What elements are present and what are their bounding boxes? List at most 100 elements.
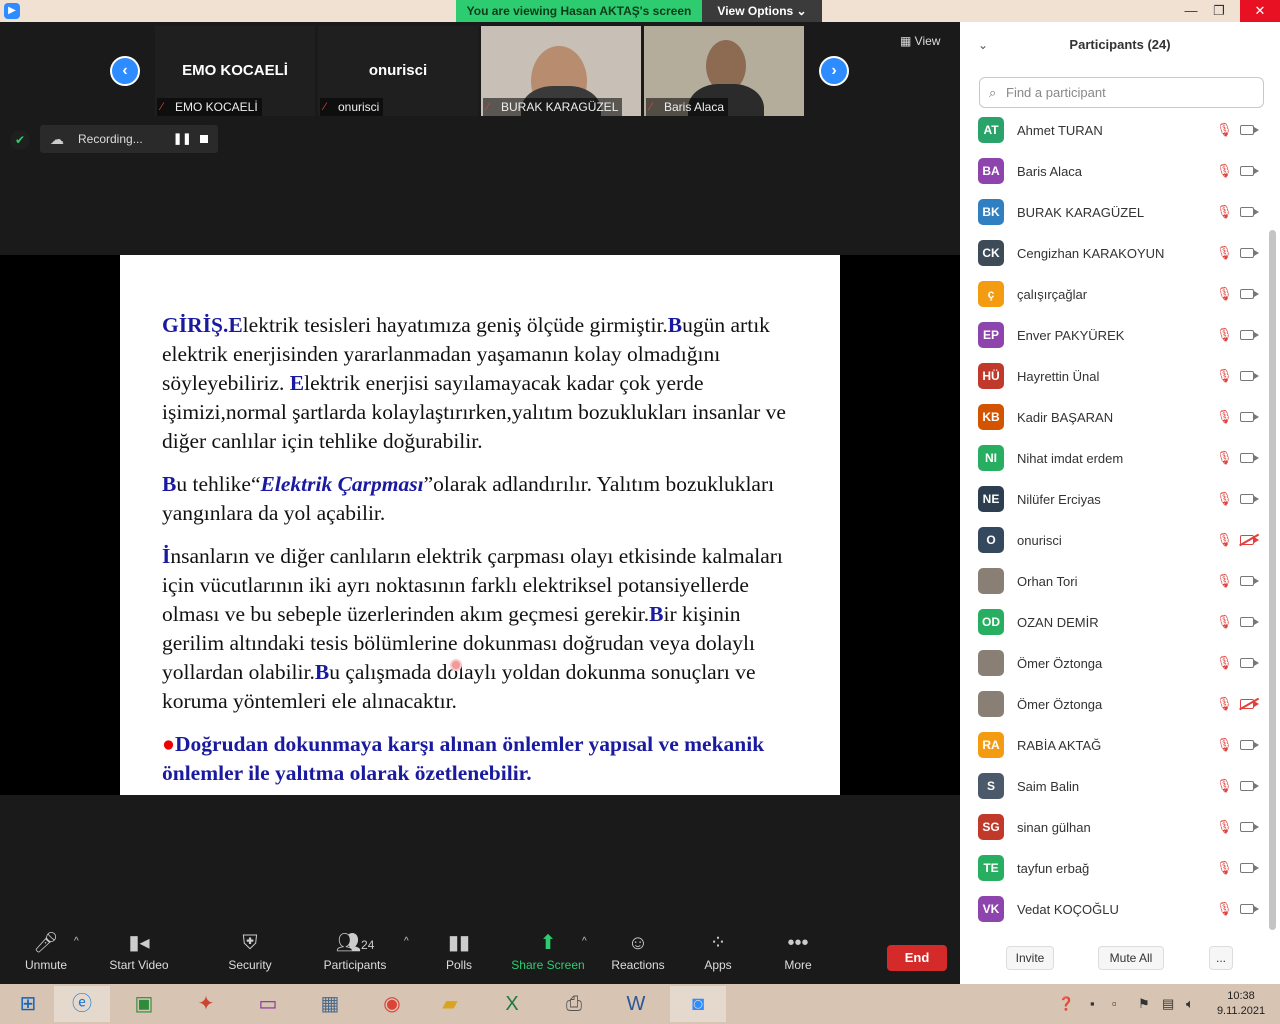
start-video-button[interactable]: ▮◂ Start Video xyxy=(104,926,174,984)
participant-row[interactable]: Orhan Tori 🎙︎ xyxy=(960,561,1270,602)
file-explorer-icon[interactable]: ▰ xyxy=(422,986,478,1022)
participant-row[interactable]: NE Nilüfer Erciyas 🎙︎ xyxy=(960,479,1270,520)
share-screen-button[interactable]: ⬆ Share Screen xyxy=(510,926,586,984)
mic-muted-icon[interactable]: 🎙︎ xyxy=(1216,901,1233,917)
mic-muted-icon[interactable]: 🎙︎ xyxy=(1216,696,1233,712)
zoom-taskbar-icon[interactable]: ◙ xyxy=(670,986,726,1022)
internet-explorer-icon[interactable]: ⓔ xyxy=(54,986,110,1022)
participant-row[interactable]: VK Vedat KOÇOĞLU 🎙︎ xyxy=(960,889,1270,930)
security-button[interactable]: ⛨ Security xyxy=(220,926,280,984)
volume-icon[interactable]: 🔈︎ xyxy=(1186,984,1194,1024)
restore-icon[interactable]: ❐ xyxy=(1204,0,1234,22)
mic-muted-icon[interactable]: 🎙︎ xyxy=(1216,327,1233,343)
mic-muted-icon[interactable]: 🎙︎ xyxy=(1216,245,1233,261)
word-icon[interactable]: W xyxy=(608,986,664,1022)
participant-row[interactable]: TE tayfun erbağ 🎙︎ xyxy=(960,848,1270,889)
share-options-caret-icon[interactable]: ^ xyxy=(582,936,587,947)
camera-icon[interactable] xyxy=(1240,904,1259,914)
calculator-icon[interactable]: ▦ xyxy=(302,986,358,1022)
camera-icon[interactable] xyxy=(1240,740,1259,750)
camera-icon[interactable] xyxy=(1240,330,1259,340)
camera-icon[interactable] xyxy=(1240,781,1259,791)
participant-row[interactable]: ç çalışırçağlar 🎙︎ xyxy=(960,274,1270,315)
close-icon[interactable]: ✕ xyxy=(1240,0,1280,22)
video-thumbnail[interactable]: onurisci ⁄ onurisci xyxy=(318,26,478,116)
mic-muted-icon[interactable]: 🎙︎ xyxy=(1216,573,1233,589)
video-thumbnail[interactable]: EMO KOCAELİ ⁄ EMO KOCAELİ xyxy=(155,26,315,116)
camera-icon[interactable] xyxy=(1240,166,1259,176)
camera-icon[interactable] xyxy=(1240,658,1259,668)
participant-row[interactable]: S Saim Balin 🎙︎ xyxy=(960,766,1270,807)
camera-icon[interactable] xyxy=(1240,207,1259,217)
mic-muted-icon[interactable]: 🎙︎ xyxy=(1216,491,1233,507)
tray-app-icon[interactable]: ▫ xyxy=(1112,984,1117,1024)
more-button[interactable]: ••• More xyxy=(776,926,820,984)
participant-list-scrollbar[interactable] xyxy=(1269,230,1276,930)
action-center-flag-icon[interactable]: ⚑ xyxy=(1138,984,1150,1024)
excel-icon[interactable]: X xyxy=(484,986,540,1022)
network-icon[interactable]: ▤ xyxy=(1162,984,1174,1024)
invite-button[interactable]: Invite xyxy=(1006,946,1054,970)
participants-button[interactable]: 👥︎24 Participants xyxy=(318,926,392,984)
participant-row[interactable]: Ömer Öztonga 🎙︎ xyxy=(960,684,1270,725)
participant-row[interactable]: BK BURAK KARAGÜZEL 🎙︎ xyxy=(960,192,1270,233)
mute-all-button[interactable]: Mute All xyxy=(1098,946,1164,970)
encryption-shield-icon[interactable]: ✔ xyxy=(10,130,30,150)
participants-options-caret-icon[interactable]: ^ xyxy=(404,936,409,947)
participant-row[interactable]: HÜ Hayrettin Ünal 🎙︎ xyxy=(960,356,1270,397)
mic-muted-icon[interactable]: 🎙︎ xyxy=(1216,163,1233,179)
camera-icon[interactable] xyxy=(1240,822,1259,832)
windows-start-icon[interactable]: ⊞ xyxy=(0,986,56,1022)
video-thumbnail[interactable]: ⁄ Baris Alaca xyxy=(644,26,804,116)
mic-muted-icon[interactable]: 🎙︎ xyxy=(1216,286,1233,302)
prev-page-button[interactable]: ‹ xyxy=(110,56,140,86)
camera-icon[interactable] xyxy=(1240,412,1259,422)
stop-recording-button[interactable] xyxy=(200,135,208,143)
mic-muted-icon[interactable]: 🎙︎ xyxy=(1216,655,1233,671)
camera-icon[interactable] xyxy=(1240,289,1259,299)
zoom-tray-icon[interactable]: ▪ xyxy=(1090,984,1095,1024)
camera-icon[interactable] xyxy=(1240,863,1259,873)
participant-row[interactable]: AT Ahmet TURAN 🎙︎ xyxy=(960,110,1270,151)
mic-muted-icon[interactable]: 🎙︎ xyxy=(1216,737,1233,753)
audio-options-caret-icon[interactable]: ^ xyxy=(74,936,79,947)
view-button[interactable]: ▦ View xyxy=(900,34,940,48)
apps-button[interactable]: ⁘ Apps xyxy=(696,926,740,984)
camera-off-icon[interactable] xyxy=(1240,535,1259,545)
participant-row[interactable]: KB Kadir BAŞARAN 🎙︎ xyxy=(960,397,1270,438)
video-thumbnail[interactable]: ⁄ BURAK KARAGÜZEL xyxy=(481,26,641,116)
participant-search-input[interactable]: ⌕ Find a participant xyxy=(979,77,1264,108)
camera-icon[interactable] xyxy=(1240,494,1259,504)
polls-button[interactable]: ▮▮ Polls xyxy=(436,926,482,984)
participant-row[interactable]: Ömer Öztonga 🎙︎ xyxy=(960,643,1270,684)
camera-icon[interactable] xyxy=(1240,453,1259,463)
panel-more-button[interactable]: ... xyxy=(1209,946,1233,970)
participant-row[interactable]: CK Cengizhan KARAKOYUN 🎙︎ xyxy=(960,233,1270,274)
mic-muted-icon[interactable]: 🎙︎ xyxy=(1216,819,1233,835)
mic-muted-icon[interactable]: 🎙︎ xyxy=(1216,778,1233,794)
view-options-button[interactable]: View Options ⌄ xyxy=(702,0,822,22)
unmute-button[interactable]: 🎤︎ Unmute xyxy=(14,926,78,984)
reactions-button[interactable]: ☺ Reactions xyxy=(608,926,668,984)
participant-row[interactable]: Oonurisci 🎙︎ xyxy=(960,520,1270,561)
mic-muted-icon[interactable]: 🎙︎ xyxy=(1216,368,1233,384)
participant-row[interactable]: BA Baris Alaca 🎙︎ xyxy=(960,151,1270,192)
photo-app-icon[interactable]: ✦ xyxy=(178,986,234,1022)
minimize-icon[interactable]: — xyxy=(1176,0,1206,22)
pause-recording-button[interactable]: ❚❚ xyxy=(173,125,191,153)
camera-icon[interactable] xyxy=(1240,617,1259,627)
participant-row[interactable]: NI Nihat imdat erdem 🎙︎ xyxy=(960,438,1270,479)
participant-row[interactable]: SG sinan gülhan 🎙︎ xyxy=(960,807,1270,848)
mic-muted-icon[interactable]: 🎙︎ xyxy=(1216,409,1233,425)
remote-desktop-icon[interactable]: ▭ xyxy=(240,986,296,1022)
participant-row[interactable]: OD OZAN DEMİR 🎙︎ xyxy=(960,602,1270,643)
camera-off-icon[interactable] xyxy=(1240,699,1259,709)
camera-icon[interactable] xyxy=(1240,371,1259,381)
chrome-icon[interactable]: ◉ xyxy=(364,986,420,1022)
next-page-button[interactable]: › xyxy=(819,56,849,86)
printer-icon[interactable]: ⎙ xyxy=(546,986,602,1022)
participant-row[interactable]: EP Enver PAKYÜREK 🎙︎ xyxy=(960,315,1270,356)
mic-muted-icon[interactable]: 🎙︎ xyxy=(1216,532,1233,548)
mic-muted-icon[interactable]: 🎙︎ xyxy=(1216,614,1233,630)
help-tray-icon[interactable]: ❓ xyxy=(1058,984,1074,1024)
